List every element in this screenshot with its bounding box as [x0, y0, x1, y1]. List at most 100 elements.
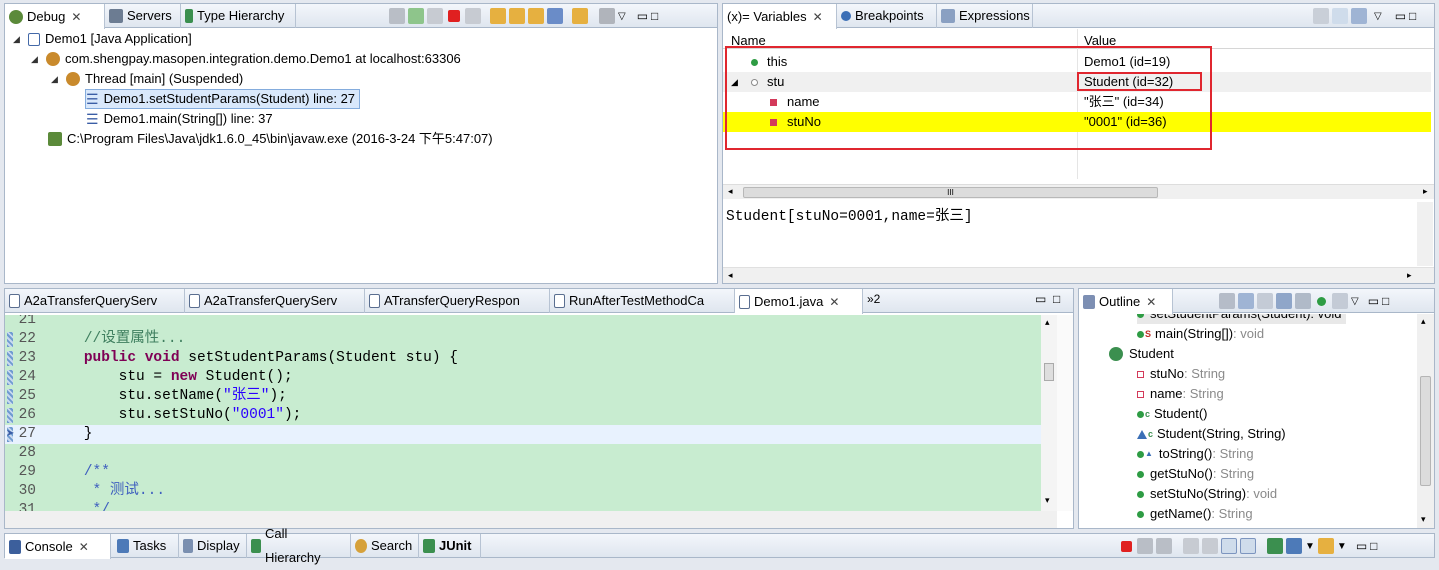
suspend-icon[interactable] — [427, 8, 443, 24]
outline-vertical-scrollbar[interactable]: ▴ ▾ — [1417, 314, 1434, 528]
code-line[interactable]: 23 public void setStudentParams(Student … — [5, 349, 1041, 368]
code-line[interactable]: 28 — [5, 444, 1041, 463]
outline-item[interactable]: Smain(String[]) : void — [1137, 324, 1264, 344]
outline-item[interactable]: name : String — [1137, 384, 1224, 404]
tree-item-launch[interactable]: ◢ Demo1 [Java Application] — [13, 29, 192, 49]
minimize-icon[interactable]: ▭ — [637, 9, 648, 23]
tab-tasks[interactable]: Tasks — [113, 534, 179, 558]
show-on-stdout-icon[interactable] — [1221, 538, 1237, 554]
show-logical-icon[interactable] — [1332, 8, 1348, 24]
outline-item[interactable]: c Student(String, String) — [1137, 424, 1286, 444]
code-line[interactable]: 31 */ — [5, 501, 1041, 511]
tab-display[interactable]: Display — [179, 534, 247, 558]
minimize-icon[interactable]: ▭ — [1395, 9, 1406, 23]
outline-item[interactable]: ▲ toString() : String — [1137, 444, 1254, 464]
tab-outline[interactable]: Outline ✕ — [1079, 289, 1173, 314]
scroll-down-icon[interactable]: ▾ — [1045, 495, 1050, 506]
outline-item[interactable]: stuNo : String — [1137, 364, 1225, 384]
close-icon[interactable]: ✕ — [79, 535, 89, 559]
step-into-icon[interactable] — [490, 8, 506, 24]
minimize-icon[interactable]: ▭ — [1356, 539, 1367, 553]
horizontal-scrollbar[interactable]: ◂ III ▸ — [723, 184, 1434, 199]
tab-editor-1[interactable]: A2aTransferQueryServ — [5, 289, 185, 313]
hide-fields-icon[interactable] — [1219, 293, 1235, 309]
scrollbar-thumb[interactable] — [1420, 376, 1431, 486]
maximize-icon[interactable]: □ — [1370, 539, 1377, 553]
collapse-all-icon[interactable] — [1351, 8, 1367, 24]
scroll-down-icon[interactable]: ▾ — [1421, 514, 1426, 525]
remove-launch-icon[interactable] — [1137, 538, 1153, 554]
tree-item-thread[interactable]: ◢ Thread [main] (Suspended) — [51, 69, 243, 89]
display-console-icon[interactable] — [1286, 538, 1302, 554]
scroll-left-icon[interactable]: ◂ — [728, 186, 733, 197]
scrollbar-thumb[interactable]: III — [743, 187, 1158, 198]
outline-item[interactable]: Student — [1109, 344, 1174, 364]
sort-icon[interactable] — [1257, 293, 1273, 309]
detail-pane[interactable]: Student[stuNo=0001,name=张三] — [723, 202, 1417, 266]
terminate-icon[interactable] — [1121, 540, 1132, 552]
outline-item[interactable]: getName() : String — [1137, 504, 1253, 524]
code-line[interactable]: 26 stu.setStuNo("0001"); — [5, 406, 1041, 425]
tab-junit[interactable]: JUnit — [419, 534, 481, 558]
close-icon[interactable]: ✕ — [71, 5, 81, 29]
expand-arrow-icon[interactable]: ◢ — [13, 29, 23, 49]
tab-editor-3[interactable]: ATransferQueryRespon — [365, 289, 550, 313]
tab-call-hierarchy[interactable]: Call Hierarchy — [247, 526, 351, 565]
outline-item[interactable]: getStuNo() : String — [1137, 464, 1254, 484]
code-line-current[interactable]: 27 ➤ } — [5, 425, 1041, 444]
chevron-down-icon[interactable]: ▽ — [618, 11, 626, 22]
disconnect-icon[interactable] — [465, 8, 481, 24]
minimize-icon[interactable]: ▭ — [1368, 294, 1379, 308]
step-over-icon[interactable] — [509, 8, 525, 24]
tree-item-frame-selected[interactable]: ☰ Demo1.setStudentParams(Student) line: … — [85, 89, 361, 109]
scroll-up-icon[interactable]: ▴ — [1421, 316, 1426, 327]
tab-editor-4[interactable]: RunAfterTestMethodCa — [550, 289, 735, 313]
view-menu-icon[interactable] — [599, 8, 615, 24]
editor-horizontal-scrollbar[interactable] — [5, 511, 1057, 528]
clear-console-icon[interactable] — [1183, 538, 1199, 554]
drop-to-frame-icon[interactable] — [547, 8, 563, 24]
expand-arrow-icon[interactable]: ◢ — [31, 49, 41, 69]
maximize-icon[interactable]: □ — [651, 9, 658, 23]
outline-item[interactable]: c Student() — [1137, 404, 1208, 424]
step-return-icon[interactable] — [528, 8, 544, 24]
tab-expressions[interactable]: Expressions — [937, 4, 1033, 28]
outline-item-selected[interactable]: setStudentParams(Student) : void — [1137, 314, 1346, 324]
tab-type-hierarchy[interactable]: Type Hierarchy — [181, 4, 296, 28]
close-icon[interactable]: ✕ — [813, 5, 823, 29]
maximize-icon[interactable]: □ — [1382, 294, 1389, 308]
tab-debug[interactable]: Debug ✕ — [5, 4, 105, 29]
hide-local-types-icon[interactable] — [1317, 296, 1326, 306]
maximize-icon[interactable]: □ — [1053, 292, 1060, 306]
hide-static-icon[interactable] — [1276, 293, 1292, 309]
chevron-down-icon[interactable]: ▽ — [1374, 11, 1382, 22]
remove-terminated-icon[interactable] — [389, 8, 405, 24]
close-icon[interactable]: ✕ — [1146, 290, 1156, 314]
focus-icon[interactable] — [1332, 293, 1348, 309]
terminate-icon[interactable] — [448, 10, 460, 22]
tab-demo1-java[interactable]: Demo1.java ✕ — [735, 289, 863, 314]
scroll-left-icon[interactable]: ◂ — [728, 270, 733, 281]
tree-item-frame[interactable]: ☰ Demo1.main(String[]) line: 37 — [86, 109, 273, 129]
open-console-icon[interactable] — [1317, 538, 1334, 554]
overview-ruler[interactable] — [1057, 315, 1073, 511]
tab-servers[interactable]: Servers — [105, 4, 181, 28]
scroll-lock-icon[interactable] — [1202, 538, 1218, 554]
use-step-filters-icon[interactable] — [572, 8, 588, 24]
tree-item-target[interactable]: ◢ com.shengpay.masopen.integration.demo.… — [31, 49, 461, 69]
code-line[interactable]: 24 stu = new Student(); — [5, 368, 1041, 387]
code-line[interactable]: 22 //设置属性... — [5, 330, 1041, 349]
collapse-all-icon[interactable] — [1238, 293, 1254, 309]
tab-editor-2[interactable]: A2aTransferQueryServ — [185, 289, 365, 313]
tab-breakpoints[interactable]: Breakpoints — [837, 4, 937, 28]
scroll-right-icon[interactable]: ▸ — [1407, 270, 1412, 281]
hide-nonpublic-icon[interactable] — [1295, 293, 1311, 309]
detail-vertical-scrollbar[interactable] — [1417, 202, 1433, 266]
chevron-down-icon[interactable]: ▽ — [1351, 296, 1359, 307]
tab-overflow-button[interactable]: »2 — [867, 292, 880, 306]
tab-variables[interactable]: (x)= Variables ✕ — [723, 4, 837, 29]
editor-vertical-scrollbar[interactable]: ▴ ▾ — [1041, 315, 1057, 511]
tab-search[interactable]: Search — [351, 534, 419, 558]
scroll-right-icon[interactable]: ▸ — [1423, 186, 1428, 197]
remove-all-terminated-icon[interactable] — [1156, 538, 1172, 554]
